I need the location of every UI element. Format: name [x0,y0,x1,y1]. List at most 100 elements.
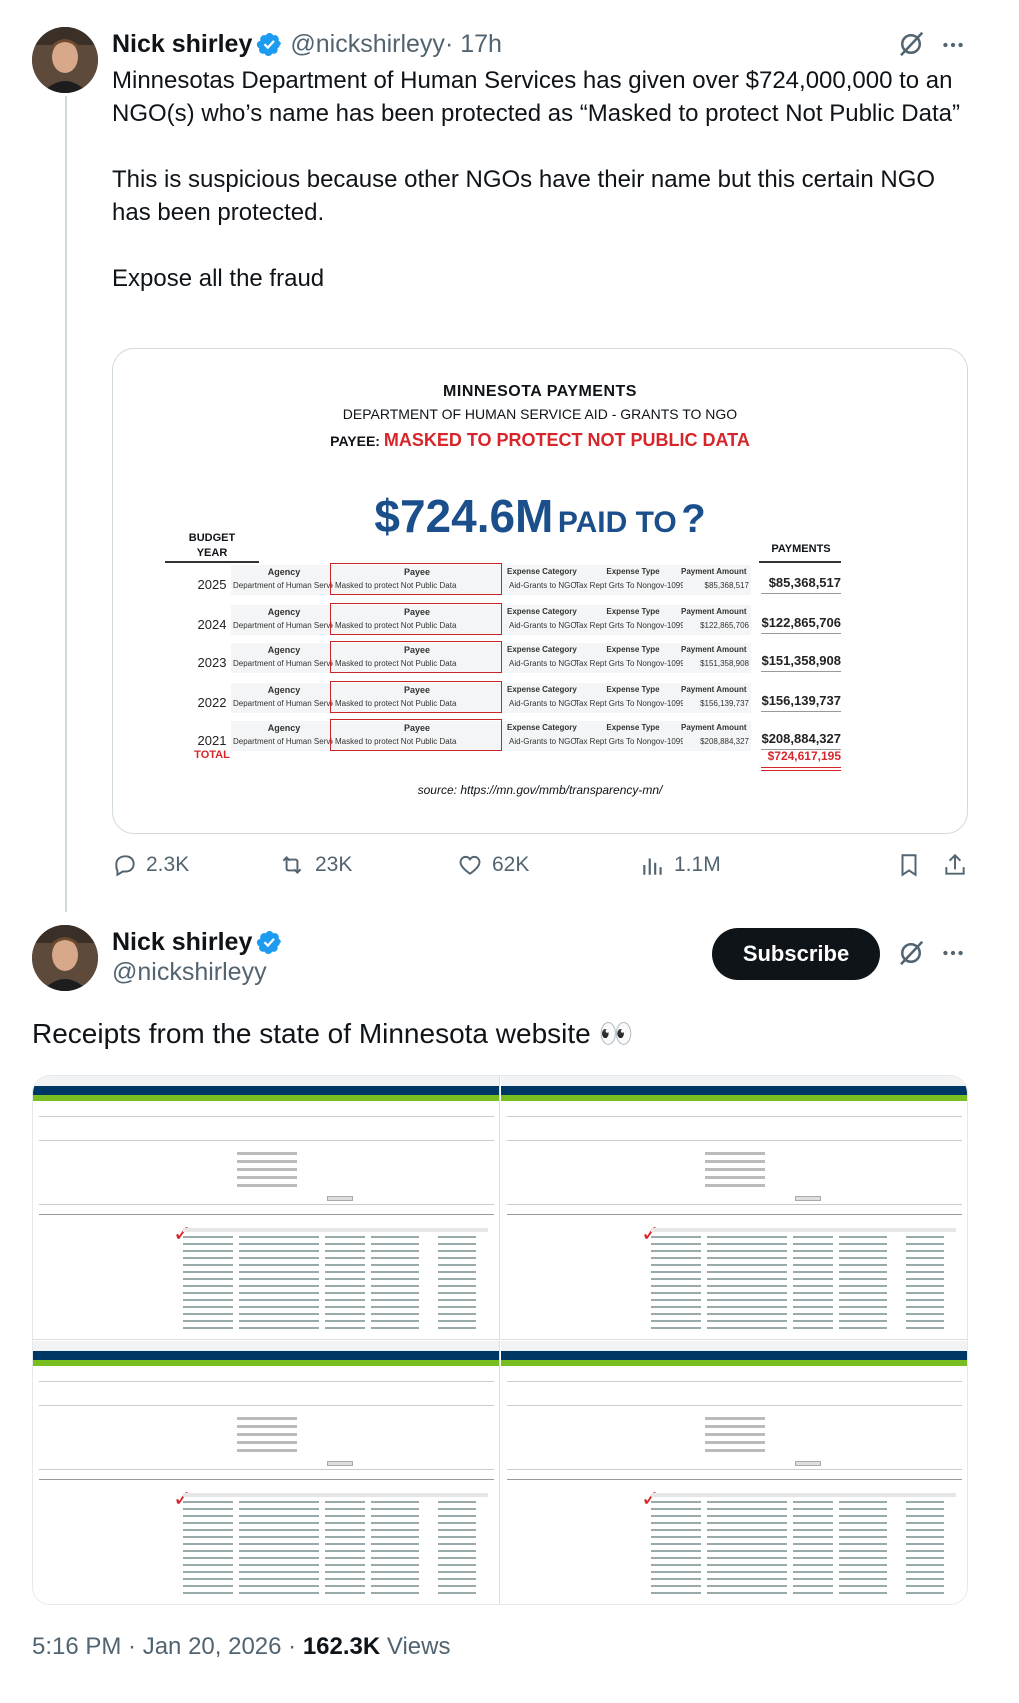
cell-payment-small: $85,368,517 [704,581,750,590]
table-cell [438,1243,476,1245]
table-cell [839,1578,887,1580]
table-cell [371,1271,419,1273]
year-label: YEAR [196,547,228,559]
table-cell [371,1592,419,1594]
filter-field [704,1160,765,1163]
table-cell [793,1236,833,1238]
timestamp[interactable]: 5:16 PM · Jan 20, 2026 · [32,1633,303,1660]
author-handle-2[interactable]: @nickshirleyy [112,958,267,987]
table-cell [793,1557,833,1559]
views-button[interactable]: 1.1M [640,852,721,878]
source-label: source: [417,783,457,797]
payments-infographic[interactable]: MINNESOTA PAYMENTS DEPARTMENT OF HUMAN S… [112,348,968,834]
table-cell [239,1536,319,1538]
table-cell [839,1327,887,1329]
table-cell [793,1264,833,1266]
table-cell [371,1236,419,1238]
table-cell [239,1320,319,1322]
author-name-2[interactable]: Nick shirley [112,928,252,957]
table-cell [371,1550,419,1552]
author-avatar[interactable] [32,27,98,93]
filter-field [704,1425,765,1428]
table-cell [906,1536,944,1538]
table-cell [438,1571,476,1573]
browser-bar [33,1076,499,1086]
table-cell [839,1299,887,1301]
table-cell [707,1508,787,1510]
website-screenshot-panel: ✓ [501,1076,967,1340]
retweet-button[interactable]: 23K [277,852,352,878]
table-cell [793,1571,833,1573]
table-cell [325,1271,365,1273]
divider [39,1479,494,1480]
table-cell [239,1557,319,1559]
table-cell [839,1564,887,1566]
table-cell [707,1271,787,1273]
table-cell [906,1306,944,1308]
more-options-icon[interactable] [940,940,966,971]
cell-expense-type: Tax Rept Grts To Nongov-1099G [575,581,683,590]
grok-icon[interactable] [896,938,926,973]
table-cell [325,1264,365,1266]
divider [39,1214,494,1215]
table-cell [651,1236,701,1238]
table-cell [183,1236,233,1238]
subscribe-button[interactable]: Subscribe [712,928,880,980]
table-cell [438,1278,476,1280]
table-cell [183,1257,233,1259]
table-cell [793,1501,833,1503]
reply-button[interactable]: 2.3K [112,852,189,878]
table-cell [371,1529,419,1531]
table-cell [325,1550,365,1552]
verified-badge-icon [257,930,282,954]
cell-payee: Masked to protect Not Public Data [335,699,457,708]
author-name[interactable]: Nick shirley [112,30,252,59]
hdr-expense-category: Expense Category [507,723,577,732]
site-nav-bar [501,1360,967,1366]
hdr-expense-type: Expense Type [606,645,660,654]
table-cell [183,1271,233,1273]
table-cell [325,1501,365,1503]
checkmark-icon: ✓ [173,1486,192,1511]
table-cell [371,1578,419,1580]
hdr-agency: Agency [267,723,301,733]
table-cell [651,1522,701,1524]
table-cell [183,1285,233,1287]
cell-expense-type: Tax Rept Grts To Nongov-1099G [575,621,683,630]
table-cell [438,1564,476,1566]
more-options-icon[interactable] [940,32,966,63]
website-screenshot-panel: ✓ [33,1341,500,1604]
filter-field [236,1441,297,1444]
table-cell [239,1501,319,1503]
share-button[interactable] [942,852,976,878]
table-cell [239,1543,319,1545]
divider [507,1479,962,1480]
author-handle[interactable]: @nickshirleyy [290,30,445,59]
table-cell [839,1543,887,1545]
author-avatar-2[interactable] [32,925,98,991]
table-cell [371,1285,419,1287]
table-cell [239,1285,319,1287]
row-payment: $122,865,706 [761,615,841,630]
divider [39,1381,494,1382]
table-cell [839,1571,887,1573]
table-cell [707,1292,787,1294]
total-rule-1 [761,767,841,768]
table-cell [906,1529,944,1531]
table-cell [371,1585,419,1587]
like-button[interactable]: 62K [456,852,529,878]
table-cell [438,1292,476,1294]
table-cell [839,1522,887,1524]
bookmark-button[interactable] [896,852,930,878]
grok-icon[interactable] [896,29,926,64]
website-screenshot-panel: ✓ [33,1076,500,1340]
filter-field [236,1425,297,1428]
table-cell [239,1564,319,1566]
tweet-time[interactable]: · 17h [445,30,502,59]
table-cell [239,1522,319,1524]
table-cell [183,1578,233,1580]
website-screenshots[interactable]: ✓ ✓ ✓ ✓ [32,1075,968,1605]
filter-field [236,1433,297,1436]
cell-expense-type: Tax Rept Grts To Nongov-1099G [575,699,683,708]
reply-count: 2.3K [146,853,190,876]
